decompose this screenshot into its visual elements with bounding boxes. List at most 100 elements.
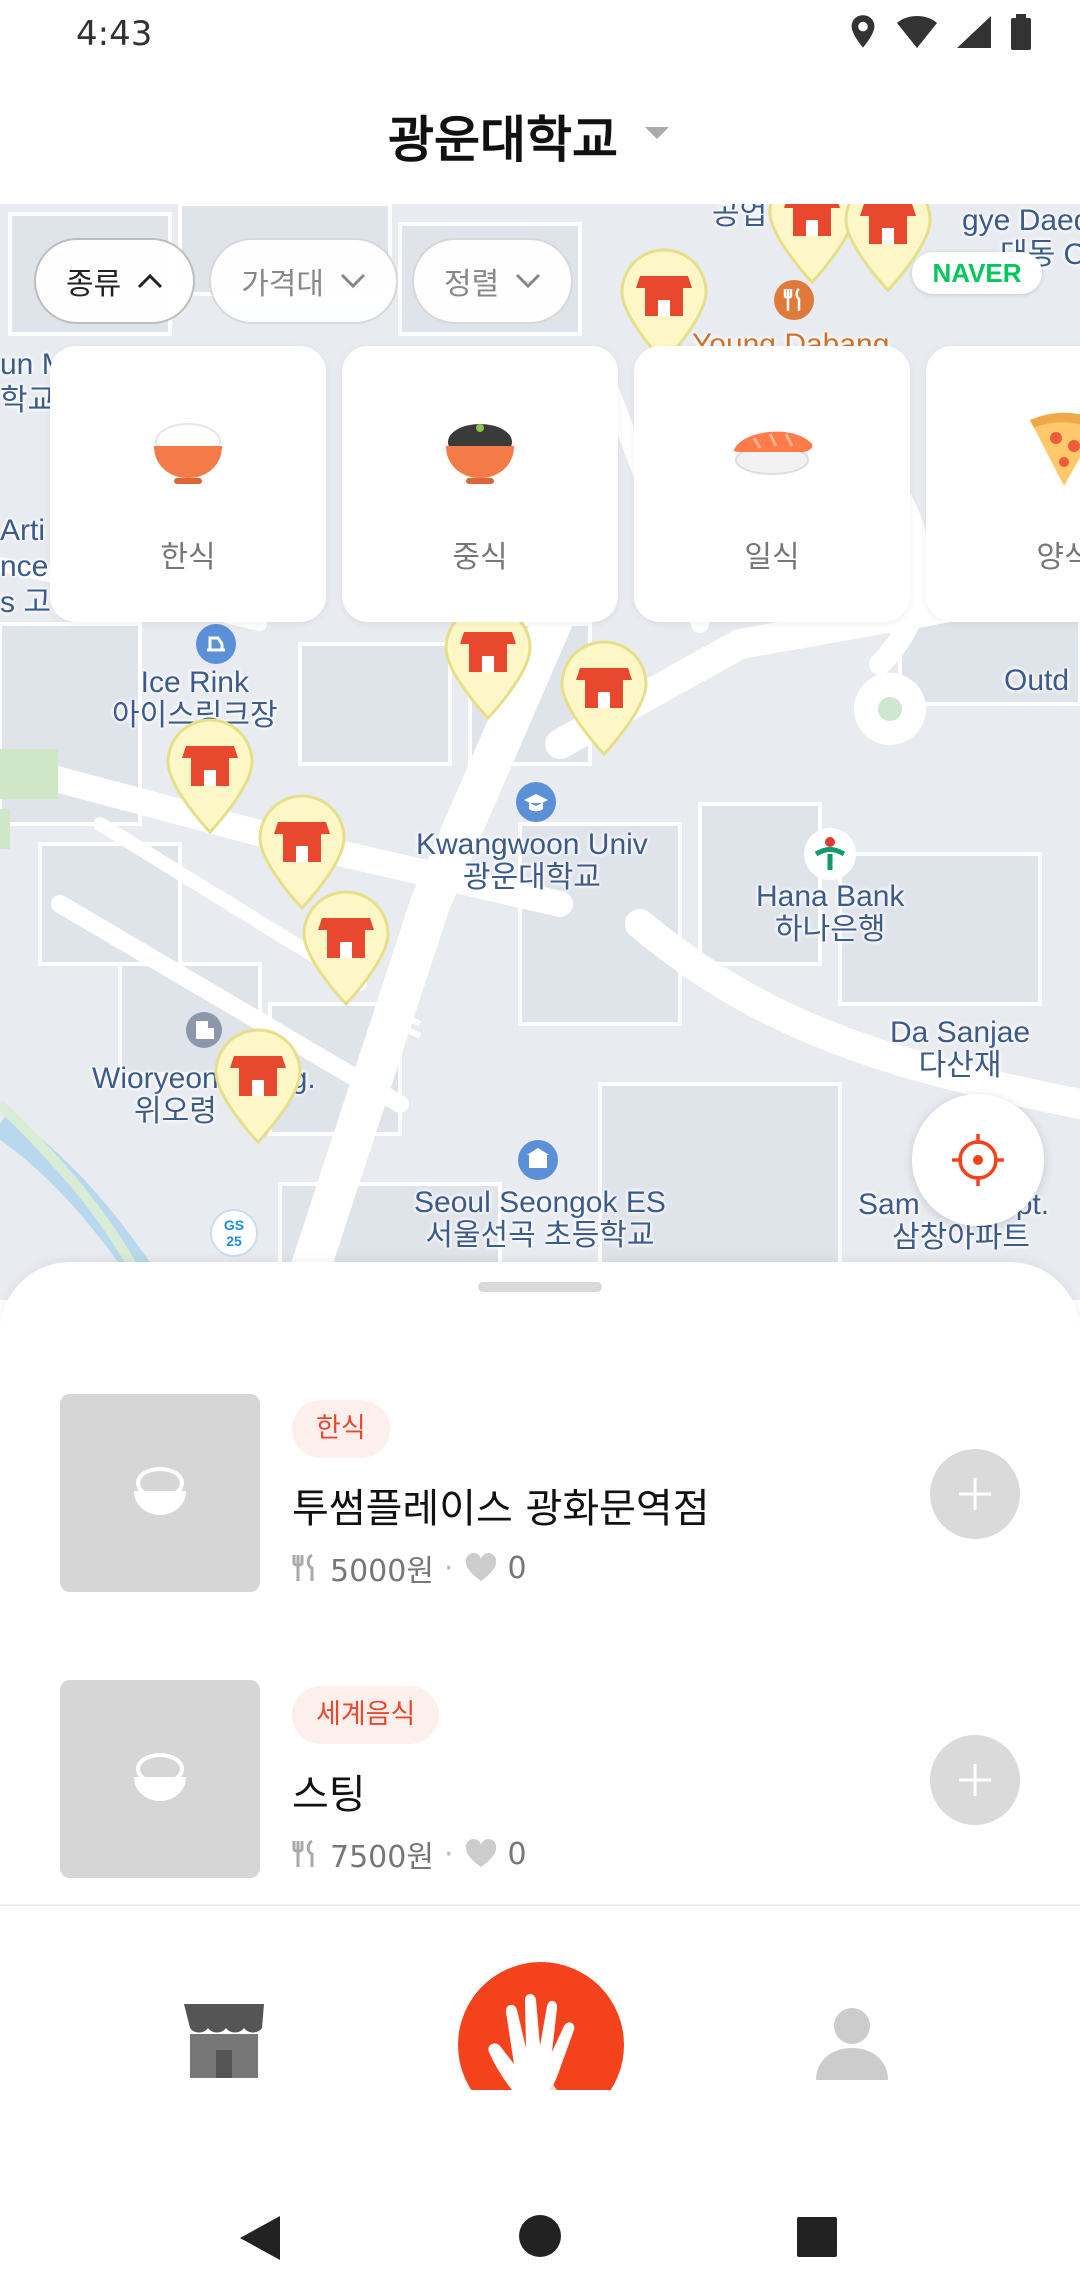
- map-label-kwangwoon: Kwangwoon Univ 광운대학교: [416, 828, 648, 894]
- map-label-gye-daed: gye Daed: [962, 204, 1080, 237]
- fork-knife-icon: [292, 1839, 314, 1867]
- gs25-poi-icon[interactable]: GS25: [210, 1208, 258, 1258]
- category-label: 한식: [160, 540, 216, 575]
- restaurant-marker[interactable]: [558, 640, 650, 758]
- naver-map-logo: NAVER: [912, 252, 1042, 294]
- category-carousel[interactable]: 한식 중식 일식 양식: [50, 346, 1080, 622]
- map-label-gongeop: 공업: [712, 204, 768, 231]
- restaurant-list-sheet[interactable]: 한식 투썸플레이스 광화문역점 5000원 · 0 세계음식 스팅 7500원 …: [0, 1262, 1080, 1912]
- sheet-drag-handle[interactable]: [478, 1282, 602, 1292]
- map-label-samchang-ko: 삼창아파트: [892, 1221, 1030, 1254]
- bottom-navigation: [0, 1906, 1080, 2128]
- restaurant-likes: 0: [507, 1550, 527, 1586]
- caret-down-icon[interactable]: [643, 125, 671, 141]
- current-location-button[interactable]: [912, 1094, 1044, 1226]
- filter-chips: 종류 가격대 정렬: [34, 238, 574, 324]
- heart-icon: [465, 1839, 496, 1867]
- university-poi-icon[interactable]: [514, 780, 558, 824]
- map-label-dasanjae: Da Sanjae 다산재: [890, 1016, 1030, 1082]
- rice-bowl-placeholder-icon: [134, 1467, 186, 1515]
- chevron-down-icon: [516, 273, 541, 289]
- restaurant-name: 투썸플레이스 광화문역점: [292, 1486, 710, 1532]
- noodle-bowl-icon: [446, 424, 514, 484]
- page-title[interactable]: 광운대학교: [388, 100, 618, 172]
- category-label: 중식: [452, 540, 508, 575]
- rice-bowl-placeholder-icon: [134, 1753, 186, 1801]
- filter-chip-price-label: 가격대: [241, 267, 325, 302]
- meta-separator: ·: [443, 1550, 454, 1586]
- restaurant-price: 7500원: [330, 1840, 434, 1875]
- plus-icon: [959, 1764, 991, 1796]
- recent-apps-icon[interactable]: [796, 2216, 838, 2258]
- restaurant-thumbnail: [60, 1680, 260, 1878]
- list-item[interactable]: 한식 투썸플레이스 광화문역점 5000원 · 0: [60, 1394, 1020, 1594]
- system-navigation-bar: [0, 2090, 1080, 2280]
- map-label-kwangwoon-en: Kwangwoon Univ: [416, 828, 648, 861]
- add-restaurant-button[interactable]: [930, 1735, 1020, 1825]
- plus-icon: [959, 1478, 991, 1510]
- category-card-korean[interactable]: 한식: [50, 346, 326, 622]
- list-item[interactable]: 세계음식 스팅 7500원 · 0: [60, 1680, 1020, 1880]
- battery-icon: [1011, 14, 1031, 50]
- restaurant-price: 5000원: [330, 1554, 434, 1589]
- category-card-japanese[interactable]: 일식: [634, 346, 910, 622]
- restaurant-likes: 0: [507, 1836, 527, 1872]
- category-card-chinese[interactable]: 중식: [342, 346, 618, 622]
- ice-rink-poi-icon[interactable]: [194, 622, 238, 666]
- filter-chip-sort[interactable]: 정렬: [412, 238, 574, 324]
- restaurant-thumbnail: [60, 1394, 260, 1592]
- status-time: 4:43: [76, 14, 153, 54]
- filter-chip-price[interactable]: 가격대: [209, 238, 399, 324]
- restaurant-marker[interactable]: [164, 718, 256, 836]
- map-label-seongok-en: Seoul Seongok ES: [414, 1186, 666, 1219]
- chevron-up-icon: [138, 273, 163, 289]
- fork-knife-icon: [292, 1553, 314, 1581]
- map-label-hana-en: Hana Bank: [756, 880, 905, 913]
- filter-chip-type-label: 종류: [66, 267, 122, 302]
- category-label: 일식: [744, 540, 800, 575]
- chevron-down-icon: [340, 273, 366, 289]
- map-label-arti: Arti: [0, 514, 45, 547]
- wifi-icon: [897, 16, 937, 48]
- category-label: 양식: [1036, 540, 1080, 575]
- restaurant-marker[interactable]: [212, 1028, 304, 1146]
- map-view[interactable]: Ice Rink 아이스링크장 Kwangwoon Univ 광운대학교 Han…: [0, 204, 1080, 1300]
- filter-chip-sort-label: 정렬: [444, 267, 500, 302]
- restaurant-marker[interactable]: [300, 890, 392, 1008]
- map-label-seongok: Seoul Seongok ES 서울선곡 초등학교: [414, 1186, 666, 1252]
- school-poi-icon[interactable]: [516, 1138, 560, 1182]
- map-label-wioryeong-en: Wioryeon: [92, 1062, 219, 1095]
- category-card-western[interactable]: 양식: [926, 346, 1080, 622]
- restaurant-meta: 5000원 · 0: [292, 1546, 527, 1590]
- heart-icon: [465, 1553, 496, 1581]
- restaurant-meta: 7500원 · 0: [292, 1832, 527, 1876]
- profile-nav-icon[interactable]: [812, 2006, 892, 2084]
- map-label-dasanjae-ko: 다산재: [918, 1049, 1002, 1082]
- back-icon[interactable]: [236, 2214, 282, 2262]
- map-label-dasanjae-en: Da Sanjae: [890, 1016, 1031, 1049]
- map-label-hakgyo: 학교: [0, 384, 56, 417]
- home-icon[interactable]: [518, 2214, 562, 2258]
- crosshair-icon: [952, 1134, 1004, 1186]
- add-restaurant-button[interactable]: [930, 1449, 1020, 1539]
- category-tag: 한식: [292, 1400, 390, 1458]
- sushi-icon: [733, 431, 813, 475]
- store-nav-icon[interactable]: [180, 2000, 268, 2080]
- meta-separator: ·: [443, 1836, 454, 1872]
- status-bar: 4:43: [0, 0, 1080, 70]
- location-header[interactable]: 광운대학교: [0, 70, 1080, 204]
- svg-text:25: 25: [226, 1233, 242, 1249]
- map-label-samchang-en: Sam: [858, 1188, 920, 1221]
- filter-chip-type[interactable]: 종류: [34, 238, 196, 324]
- restaurant-name: 스팅: [292, 1772, 366, 1818]
- rice-bowl-icon: [154, 423, 222, 484]
- map-label-ice-rink-en: Ice Rink: [140, 666, 249, 699]
- map-label-nce: nce: [0, 550, 49, 583]
- status-icons: [848, 14, 1032, 50]
- location-icon: [851, 15, 875, 48]
- map-label-hana-bank: Hana Bank 하나은행: [756, 880, 904, 946]
- map-label-hana-ko: 하나은행: [775, 913, 886, 946]
- hana-bank-poi-icon[interactable]: [802, 826, 858, 882]
- svg-text:GS: GS: [224, 1217, 244, 1233]
- map-label-kwangwoon-ko: 광운대학교: [462, 861, 601, 894]
